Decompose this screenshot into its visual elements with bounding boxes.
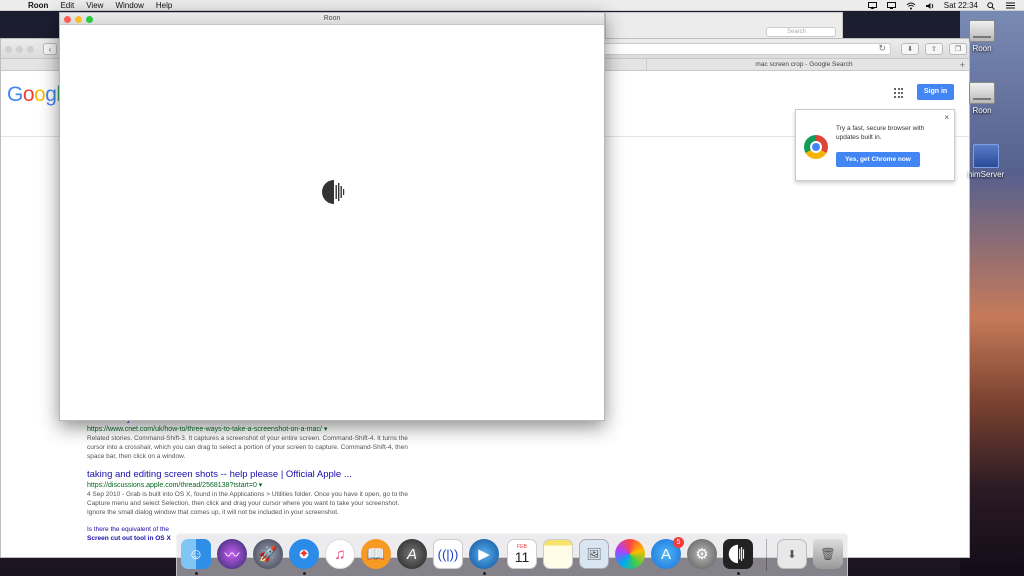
desktop-server[interactable]: himServer [966, 144, 1006, 179]
roon-window: Roon [59, 12, 605, 421]
launchpad-icon[interactable]: 🚀 [253, 539, 283, 569]
trash-icon[interactable]: 🗑 [813, 539, 843, 569]
result-url[interactable]: https://discussions.apple.com/thread/256… [87, 481, 417, 490]
menu-roon[interactable]: Roon [28, 1, 48, 10]
downloads-stack-icon[interactable]: ⬇ [777, 539, 807, 569]
menu-help[interactable]: Help [156, 1, 172, 10]
desktop-drive-roon-2[interactable]: Roon [962, 82, 1002, 115]
notes-icon[interactable] [543, 539, 573, 569]
search-result: taking and editing screen shots -- help … [87, 469, 417, 517]
list-icon[interactable] [1005, 2, 1015, 10]
menu-edit[interactable]: Edit [60, 1, 74, 10]
quick-audio-icon[interactable]: ((|)) [433, 539, 463, 569]
result-snippet: Related stories. Command-Shift-3. It cap… [87, 435, 408, 460]
promo-text: Try a fast, secure browser with updates … [836, 125, 925, 141]
address-bar[interactable]: ↻ [601, 43, 891, 55]
tab-google-search[interactable]: mac screen crop - Google Search [646, 59, 961, 71]
result-snippet: 4 Sep 2010 - Grab is built into OS X, fo… [87, 491, 409, 516]
volume-icon[interactable] [925, 2, 935, 10]
desktop-icon-label: Roon [972, 106, 992, 115]
window-title: Roon [323, 15, 341, 22]
roon-logo-icon [321, 179, 347, 205]
chrome-icon [804, 135, 828, 159]
new-tab-icon[interactable]: + [960, 59, 965, 71]
dock-separator [766, 539, 767, 571]
close-icon[interactable] [5, 46, 12, 53]
server-icon [973, 144, 999, 168]
grapher-icon[interactable]: A [397, 539, 427, 569]
apple-icon[interactable] [10, 0, 20, 10]
running-indicator [483, 572, 486, 575]
result-title[interactable]: taking and editing screen shots -- help … [87, 469, 417, 481]
preview-icon[interactable]: 🖼 [579, 539, 609, 569]
menu-bar: Roon Edit View Window Help Sat 22:34 [0, 0, 1024, 11]
display-icon[interactable] [887, 2, 897, 10]
reload-icon[interactable]: ↻ [878, 43, 886, 54]
desktop-icon-label: himServer [967, 170, 1005, 179]
minimize-icon[interactable] [16, 46, 23, 53]
close-icon[interactable]: × [944, 113, 949, 122]
safari-icon[interactable]: ✦ [289, 539, 319, 569]
drive-icon [969, 82, 995, 104]
system-preferences-icon[interactable]: ⚙ [687, 539, 717, 569]
running-indicator [737, 572, 740, 575]
menu-view[interactable]: View [86, 1, 103, 10]
photos-icon[interactable] [615, 539, 645, 569]
chrome-promo: × Try a fast, secure browser with update… [795, 109, 955, 181]
siri-icon[interactable]: 〰 [217, 539, 247, 569]
zoom-icon[interactable] [27, 46, 34, 53]
ibooks-icon[interactable]: 📖 [361, 539, 391, 569]
background-window: Search [605, 12, 843, 38]
app-store-badge: 5 [673, 537, 684, 548]
itunes-icon[interactable]: ♫ [325, 539, 355, 569]
search-input[interactable]: Search [766, 27, 836, 37]
share-icon[interactable]: ⇧ [925, 43, 943, 55]
sign-in-button[interactable]: Sign in [917, 84, 954, 100]
download-icon[interactable]: ⬇ [901, 43, 919, 55]
airplay-icon[interactable] [868, 2, 878, 10]
menu-window[interactable]: Window [115, 1, 143, 10]
back-button[interactable]: ‹ [43, 43, 57, 55]
roon-titlebar[interactable]: Roon [60, 13, 604, 25]
result-url[interactable]: https://www.cnet.com/uk/how-to/three-way… [87, 425, 417, 434]
search-icon[interactable] [986, 1, 996, 10]
calendar-icon[interactable]: FEB 11 [507, 539, 537, 569]
apps-grid-icon[interactable] [894, 88, 904, 98]
finder-icon[interactable]: ☺ [181, 539, 211, 569]
get-chrome-button[interactable]: Yes, get Chrome now [836, 152, 920, 167]
desktop-icon-label: Roon [972, 44, 992, 53]
drive-icon [969, 20, 995, 42]
roon-dock-icon[interactable] [723, 539, 753, 569]
desktop-drive-roon[interactable]: Roon [962, 20, 1002, 53]
google-logo[interactable]: Googl [7, 83, 61, 107]
running-indicator [195, 572, 198, 575]
wifi-icon[interactable] [906, 2, 916, 10]
menu-clock[interactable]: Sat 22:34 [944, 1, 978, 10]
quicktime-icon[interactable]: ▶ [469, 539, 499, 569]
running-indicator [303, 572, 306, 575]
calendar-day: 11 [514, 548, 530, 565]
dock: ☺ 〰 🚀 ✦ ♫ 📖 A ((|)) ▶ FEB 11 🖼 A ⚙ ⬇ 🗑 [176, 533, 848, 576]
